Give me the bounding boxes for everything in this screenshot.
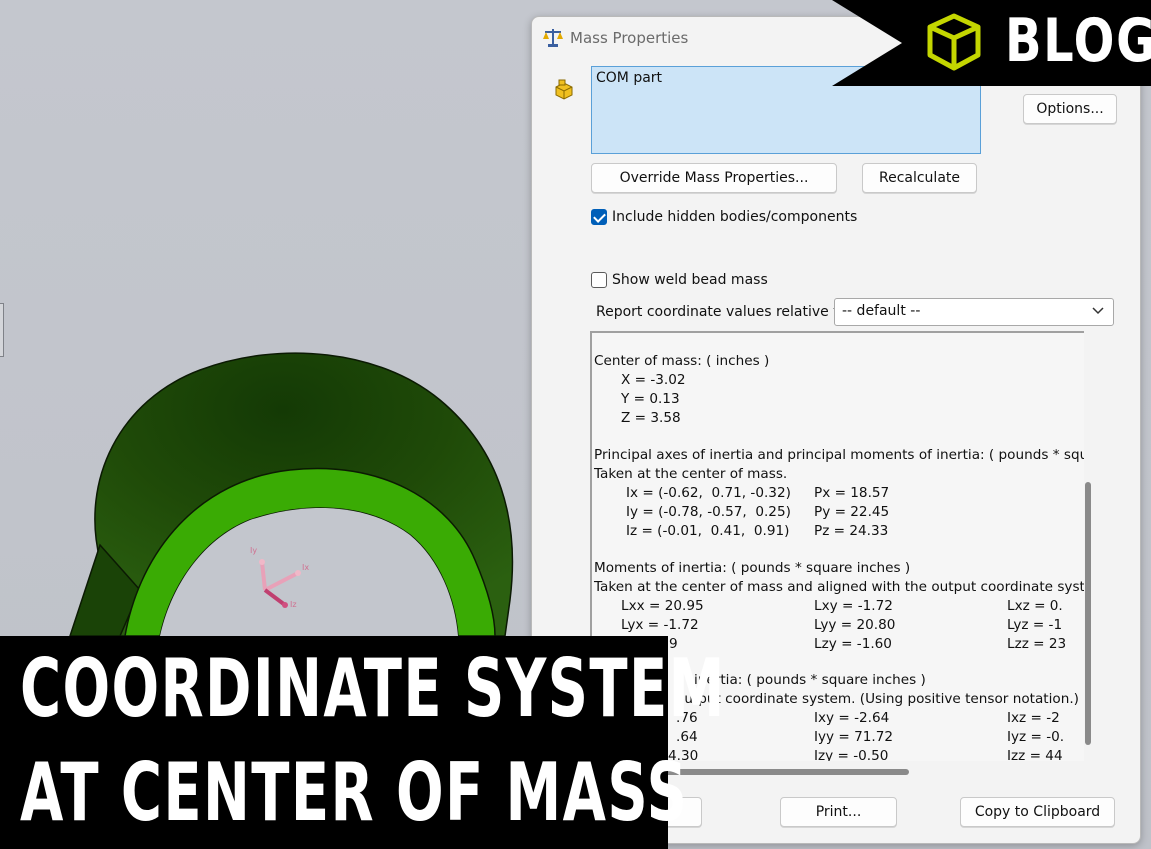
- principal-header: Principal axes of inertia and principal …: [594, 447, 1084, 463]
- recalculate-button[interactable]: Recalculate: [862, 163, 977, 193]
- principal-px: Px = 18.57: [814, 485, 890, 501]
- selected-item[interactable]: COM part: [596, 70, 662, 86]
- title-caption: COORDINATE SYSTEM AT CENTER OF MASS: [0, 636, 724, 849]
- moment-lxy: Lxy = -1.72: [814, 598, 893, 614]
- caption-line-2: AT CENTER OF MASS: [20, 746, 689, 839]
- svg-text:Iy: Iy: [250, 546, 257, 555]
- principal-py: Py = 22.45: [814, 504, 890, 520]
- moment-lyy: Lyy = 20.80: [814, 617, 896, 633]
- svg-text:Iz: Iz: [290, 600, 297, 609]
- dialog-title: Mass Properties: [570, 29, 689, 47]
- results-vertical-scrollbar[interactable]: [1085, 482, 1091, 745]
- svg-text:Ix: Ix: [302, 563, 309, 572]
- print-button[interactable]: Print...: [780, 797, 897, 827]
- moment-lzy: Lzy = -1.60: [814, 636, 892, 652]
- moment-lzz: Lzz = 23: [1007, 636, 1067, 652]
- moment-ixz: Ixz = -2: [1007, 710, 1060, 726]
- moment-lxx: Lxx = 20.95: [621, 598, 704, 614]
- include-hidden-checkbox[interactable]: [591, 209, 607, 225]
- report-coordinate-label: Report coordinate values relative to:: [596, 304, 852, 320]
- coordinate-system-select[interactable]: -- default --: [834, 298, 1114, 326]
- caption-line-1: COORDINATE SYSTEM: [20, 642, 726, 735]
- weld-bead-label: Show weld bead mass: [612, 272, 768, 288]
- com-y: Y = 0.13: [621, 391, 680, 407]
- scale-icon: [543, 29, 563, 47]
- moment-lxz: Lxz = 0.: [1007, 598, 1063, 614]
- moment-iyy: Iyy = 71.72: [814, 729, 894, 745]
- moments-header: Moments of inertia: ( pounds * square in…: [594, 560, 911, 576]
- principal-iz: Iz = (-0.01, 0.41, 0.91): [626, 523, 790, 539]
- com-z: Z = 3.58: [621, 410, 681, 426]
- principal-sub: Taken at the center of mass.: [594, 466, 788, 482]
- blog-banner[interactable]: BLOG: [832, 0, 1151, 86]
- moments2-sub: output coordinate system. (Using positiv…: [676, 691, 1079, 707]
- weld-bead-checkbox[interactable]: [591, 272, 607, 288]
- moment-iyz: Iyz = -0.: [1007, 729, 1065, 745]
- override-mass-properties-button[interactable]: Override Mass Properties...: [591, 163, 837, 193]
- moment-lyx: Lyx = -1.72: [621, 617, 699, 633]
- options-button[interactable]: Options...: [1023, 94, 1117, 124]
- com-x: X = -3.02: [621, 372, 686, 388]
- com-header: Center of mass: ( inches ): [594, 353, 770, 369]
- moment-ixy: Ixy = -2.64: [814, 710, 890, 726]
- copy-to-clipboard-button[interactable]: Copy to Clipboard: [960, 797, 1115, 827]
- moment-izz: Izz = 44: [1007, 748, 1063, 761]
- coordinate-system-value: -- default --: [842, 303, 921, 319]
- principal-ix: Ix = (-0.62, 0.71, -0.32): [626, 485, 791, 501]
- moment-izy: Izy = -0.50: [814, 748, 889, 761]
- moment-lyz: Lyz = -1: [1007, 617, 1063, 633]
- principal-iy: Iy = (-0.78, -0.57, 0.25): [626, 504, 791, 520]
- chevron-down-icon: [1092, 307, 1104, 315]
- part-icon: [555, 79, 573, 100]
- moments2-header: inertia: ( pounds * square inches ): [694, 672, 926, 688]
- moments-sub: Taken at the center of mass and aligned …: [594, 579, 1084, 595]
- blog-label: BLOG: [1005, 6, 1151, 76]
- include-hidden-label: Include hidden bodies/components: [612, 209, 858, 225]
- principal-pz: Pz = 24.33: [814, 523, 889, 539]
